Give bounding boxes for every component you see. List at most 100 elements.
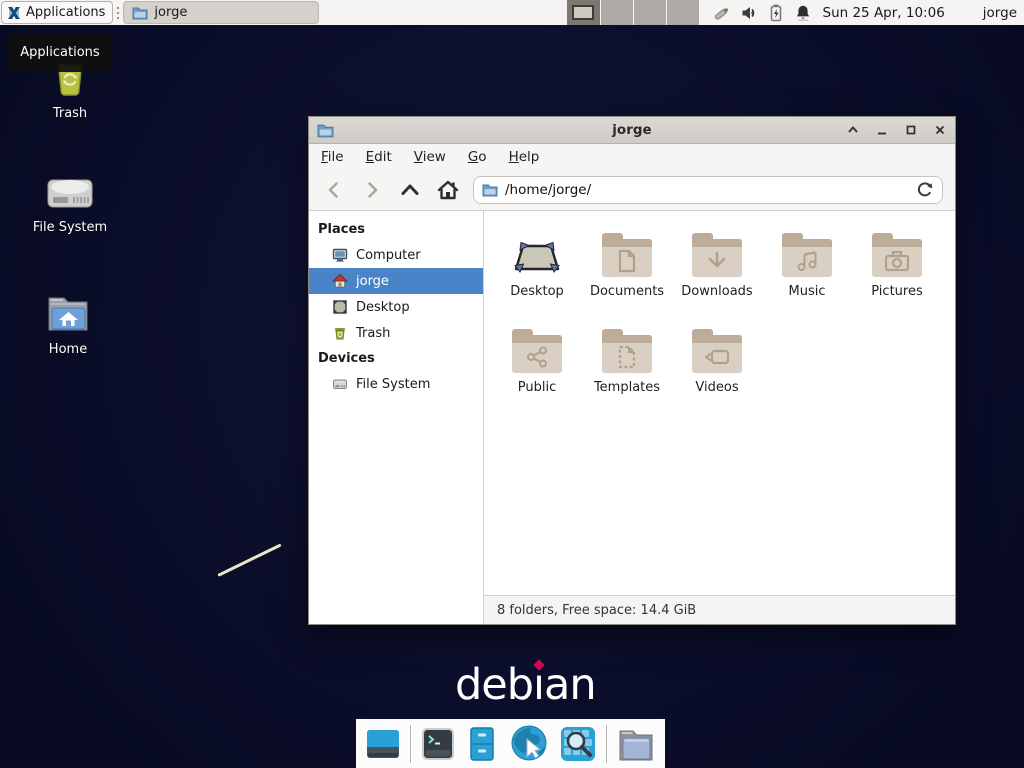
menu-view[interactable]: View [414,149,446,165]
file-item-label: Downloads [681,284,752,299]
stray-line-artifact [217,543,281,576]
app-finder-launcher[interactable] [559,725,597,763]
applications-menu-button[interactable]: Applications [1,1,113,24]
file-item-label: Templates [594,380,660,395]
file-manager-window: jorge File Edit View Go Help /home/jorge… [308,116,956,625]
path-input[interactable]: /home/jorge/ [505,182,591,198]
close-button[interactable] [933,123,947,137]
file-item-videos[interactable]: Videos [672,321,762,417]
volume-icon[interactable] [739,3,759,23]
debian-logo-text: an [544,660,596,710]
home-icon [332,273,348,289]
maximize-button[interactable] [904,123,918,137]
menu-help[interactable]: Help [509,149,540,165]
directory-menu-launcher[interactable] [616,726,656,762]
folder-icon [132,6,148,20]
toolbar: /home/jorge/ [309,170,955,211]
home-button[interactable] [435,179,461,201]
workspace-2[interactable] [600,0,633,25]
reload-button[interactable] [916,181,934,199]
forward-button[interactable] [359,180,385,200]
battery-icon[interactable] [766,3,786,23]
system-tray [712,3,813,23]
file-grid[interactable]: Desktop Documents Downloads [484,211,955,595]
hard-drive-icon [332,376,348,392]
desktop-icon-file-system[interactable]: File System [25,172,115,235]
sidebar-item-file-system[interactable]: File System [309,371,483,397]
panel-clock[interactable]: Sun 25 Apr, 10:06 [823,5,945,21]
up-button[interactable] [397,180,423,200]
hard-drive-icon [25,172,115,214]
applications-tooltip: Applications [8,33,112,72]
workspace-switcher[interactable] [567,0,699,25]
debian-logo: debıan [455,660,596,710]
sidebar-item-computer[interactable]: Computer [309,242,483,268]
menu-go[interactable]: Go [468,149,487,165]
workspace-1[interactable] [567,0,600,25]
menu-file[interactable]: File [321,149,344,165]
file-item-public[interactable]: Public [492,321,582,417]
file-item-documents[interactable]: Documents [582,225,672,321]
folder-templates-icon [602,335,652,373]
shade-button[interactable] [846,123,860,137]
folder-downloads-icon [692,239,742,277]
terminal-launcher[interactable] [420,726,456,762]
folder-documents-icon [602,239,652,277]
path-bar[interactable]: /home/jorge/ [473,176,943,204]
applications-tooltip-text: Applications [20,45,99,60]
debian-logo-text: deb [455,660,533,710]
dock-separator [606,725,607,763]
folder-music-icon [782,239,832,277]
applications-menu-label: Applications [26,5,105,20]
stylus-icon[interactable] [712,3,732,23]
sidebar-item-label: File System [356,377,430,392]
desktop-icon [332,299,348,315]
file-item-label: Documents [590,284,664,299]
taskbar-window-button[interactable]: jorge [123,1,319,24]
trash-icon [332,325,348,341]
statusbar-text: 8 folders, Free space: 14.4 GiB [497,603,696,618]
sidebar-item-trash[interactable]: Trash [309,320,483,346]
desktop-icon-home[interactable]: Home [23,292,113,357]
file-item-label: Pictures [871,284,922,299]
xfce-logo-icon [6,5,22,21]
sidebar-item-label: jorge [356,274,389,289]
menu-edit[interactable]: Edit [366,149,392,165]
sidebar-header-devices: Devices [309,346,483,371]
computer-icon [332,247,348,263]
workspace-4[interactable] [666,0,699,25]
file-item-label: Public [518,380,556,395]
sidebar-item-label: Trash [356,326,390,341]
desktop-icon-label: Trash [25,106,115,121]
file-item-label: Desktop [510,284,564,299]
panel-username[interactable]: jorge [983,5,1017,21]
desktop-icon-label: File System [25,220,115,235]
workspace-3[interactable] [633,0,666,25]
sidebar-item-jorge[interactable]: jorge [309,268,483,294]
statusbar: 8 folders, Free space: 14.4 GiB [484,595,955,624]
file-view: Desktop Documents Downloads [484,211,955,624]
folder-public-icon [512,335,562,373]
file-cabinet-launcher[interactable] [465,726,499,762]
folder-videos-icon [692,335,742,373]
path-folder-icon [482,183,498,197]
file-item-music[interactable]: Music [762,225,852,321]
sidebar-header-places: Places [309,217,483,242]
window-titlebar[interactable]: jorge [309,117,955,144]
web-browser-launcher[interactable] [508,724,550,764]
minimize-button[interactable] [875,123,889,137]
bottom-dock [356,719,665,768]
home-folder-icon [23,292,113,336]
panel-handle[interactable] [115,4,121,22]
file-item-templates[interactable]: Templates [582,321,672,417]
show-desktop-button[interactable] [365,726,401,762]
back-button[interactable] [321,180,347,200]
sidebar-item-desktop[interactable]: Desktop [309,294,483,320]
menubar: File Edit View Go Help [309,144,955,170]
notifications-icon[interactable] [793,3,813,23]
file-item-downloads[interactable]: Downloads [672,225,762,321]
workspace-window-thumb [572,5,594,20]
sidebar-item-label: Desktop [356,300,410,315]
file-item-desktop[interactable]: Desktop [492,225,582,321]
file-item-pictures[interactable]: Pictures [852,225,942,321]
